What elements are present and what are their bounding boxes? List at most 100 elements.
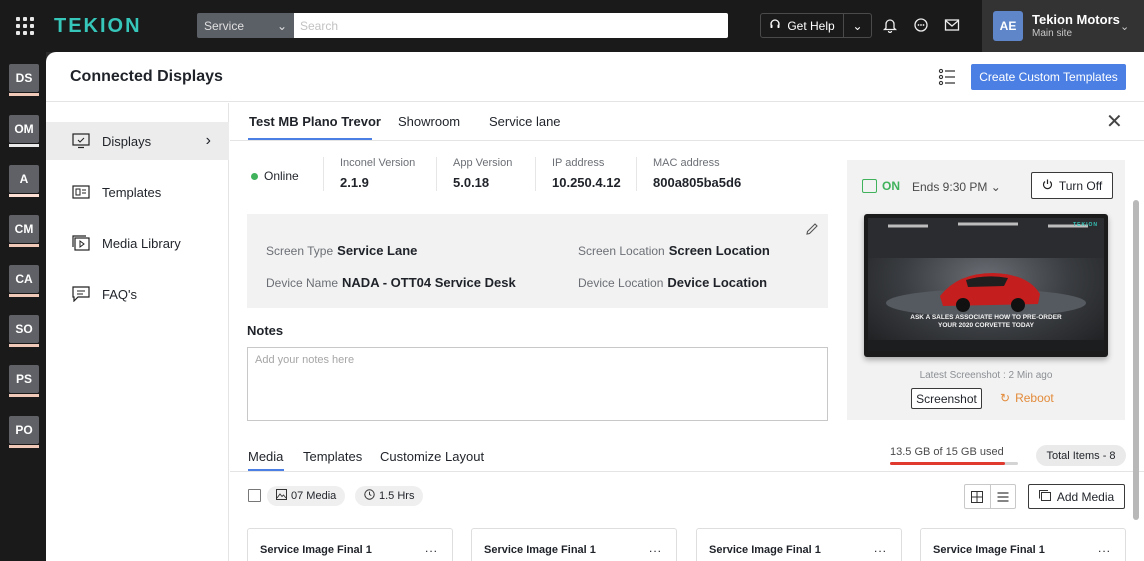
get-help-button[interactable]: Get Help — [760, 13, 844, 38]
duration-text: 1.5 Hrs — [379, 490, 415, 502]
more-options-icon[interactable]: ... — [425, 541, 438, 555]
screen-preview: TEKION ASK A SALES ASSOCIATE HOW TO PRE-… — [864, 214, 1108, 357]
select-all-checkbox[interactable] — [248, 489, 261, 502]
schedule-dropdown[interactable]: Ends 9:30 PM ⌄ — [912, 180, 1001, 194]
info-value: 2.1.9 — [340, 175, 369, 190]
tab-test-mb-plano-trevor[interactable]: Test MB Plano Trevor — [249, 114, 381, 129]
rail-item-po[interactable]: PO — [9, 416, 39, 448]
info-label: App Version — [453, 157, 513, 169]
media-tabs: Media Templates Customize Layout — [230, 442, 1144, 472]
reboot-link[interactable]: ↻ Reboot — [1000, 391, 1054, 405]
search-input[interactable] — [294, 13, 728, 38]
tab-service-lane[interactable]: Service lane — [489, 114, 561, 129]
top-bar: TEKION Service ⌄ Get Help ⌄ AE Tekion Mo… — [0, 0, 1144, 52]
rail-item-a[interactable]: A — [9, 165, 39, 197]
active-tab-indicator — [248, 469, 284, 471]
nav-item-label: Displays — [102, 133, 152, 149]
search-module-select[interactable]: Service ⌄ — [197, 13, 294, 38]
search-module-label: Service — [204, 18, 245, 33]
media-count-chip: 07 Media — [267, 486, 346, 506]
rail-item-so[interactable]: SO — [9, 315, 39, 347]
device-name-label: Device Name — [266, 276, 339, 290]
screen-type-value: Service Lane — [337, 243, 418, 258]
media-library-icon — [71, 234, 91, 252]
chat-icon[interactable] — [911, 14, 931, 36]
tab-templates[interactable]: Templates — [303, 449, 362, 464]
media-card[interactable]: Service Image Final 1 ... — [471, 528, 677, 561]
rail-item-ps[interactable]: PS — [9, 365, 39, 397]
power-icon — [1042, 179, 1053, 193]
list-view-icon[interactable] — [991, 485, 1016, 508]
rail-item-ca[interactable]: CA — [9, 265, 39, 297]
media-card[interactable]: Service Image Final 1 ... — [920, 528, 1126, 561]
screen-location-value: Screen Location — [668, 243, 770, 258]
chevron-right-icon: › — [205, 132, 211, 149]
tab-customize-layout[interactable]: Customize Layout — [380, 449, 484, 464]
monitor-icon — [71, 132, 91, 150]
rail-item-cm[interactable]: CM — [9, 215, 39, 247]
info-mac-address: MAC address 800a805ba5d6 — [636, 157, 741, 191]
screen-logo: TEKION — [1073, 222, 1098, 228]
screen-caption-line: ASK A SALES ASSOCIATE HOW TO PRE-ORDER — [910, 314, 1062, 321]
info-label: IP address — [552, 157, 605, 169]
device-location-label: Device Location — [578, 276, 664, 290]
logo: TEKION — [54, 15, 142, 37]
add-media-icon — [1038, 489, 1051, 504]
app-rail: DS OM A CM CA SO PS PO — [0, 52, 46, 561]
help-dropdown-button[interactable]: ⌄ — [844, 13, 872, 38]
nav-item-media-library[interactable]: Media Library — [46, 224, 229, 262]
grid-view-icon[interactable] — [965, 485, 991, 508]
screenshot-button[interactable]: Screenshot — [911, 388, 982, 409]
create-custom-templates-button[interactable]: Create Custom Templates — [971, 64, 1126, 90]
info-label: MAC address — [653, 157, 720, 169]
vertical-scrollbar[interactable] — [1133, 200, 1139, 520]
media-card-title: Service Image Final 1 — [260, 544, 372, 556]
info-value: 5.0.18 — [453, 175, 490, 190]
account-switcher[interactable]: AE Tekion Motors Main site ⌄ — [982, 0, 1144, 52]
screen-type-label: Screen Type — [266, 244, 334, 258]
nav-item-label: Templates — [102, 184, 162, 200]
rail-item-om[interactable]: OM — [9, 115, 39, 147]
display-tabs: Test MB Plano Trevor Showroom Service la… — [230, 103, 1144, 141]
media-card-title: Service Image Final 1 — [709, 544, 821, 556]
headset-icon — [769, 18, 781, 33]
tab-media[interactable]: Media — [248, 449, 283, 464]
more-options-icon[interactable]: ... — [649, 541, 662, 555]
turn-off-button[interactable]: Turn Off — [1031, 172, 1113, 199]
view-toggle — [964, 484, 1016, 509]
device-name-field: Device Name NADA - OTT04 Service Desk — [266, 275, 516, 290]
page-header: Connected Displays Create Custom Templat… — [46, 52, 1144, 102]
nav-item-displays[interactable]: Displays › — [46, 122, 229, 160]
info-value: 800a805ba5d6 — [653, 175, 742, 190]
tab-showroom[interactable]: Showroom — [398, 114, 460, 129]
notes-textarea[interactable] — [247, 347, 828, 421]
nav-item-templates[interactable]: Templates — [46, 173, 229, 211]
main-panel: Connected Displays Create Custom Templat… — [46, 52, 1144, 561]
bell-icon[interactable] — [880, 14, 900, 36]
active-tab-indicator — [248, 138, 372, 140]
list-settings-icon[interactable] — [936, 66, 958, 88]
apps-grid-icon[interactable] — [14, 15, 36, 37]
media-card-title: Service Image Final 1 — [933, 544, 1045, 556]
media-card[interactable]: Service Image Final 1 ... — [696, 528, 902, 561]
more-options-icon[interactable]: ... — [1098, 541, 1111, 555]
avatar: AE — [993, 11, 1023, 41]
pencil-icon[interactable] — [805, 222, 819, 236]
nav-item-label: FAQ's — [102, 286, 137, 302]
mail-icon[interactable] — [942, 14, 962, 36]
info-ip-address: IP address 10.250.4.12 — [535, 157, 621, 191]
add-media-button[interactable]: Add Media — [1028, 484, 1125, 509]
media-count-text: 07 Media — [291, 490, 337, 502]
online-status-dot — [251, 173, 258, 180]
device-details-box: Screen Type Service Lane Screen Location S… — [247, 214, 828, 308]
nav-item-faqs[interactable]: FAQ's — [46, 275, 229, 313]
account-name: Tekion Motors — [1032, 12, 1120, 27]
close-icon[interactable]: ✕ — [1106, 109, 1123, 134]
device-name-value: NADA - OTT04 Service Desk — [342, 275, 516, 290]
more-options-icon[interactable]: ... — [874, 541, 887, 555]
device-power-panel: ON Ends 9:30 PM ⌄ Turn Off TEKION ASK A … — [847, 160, 1125, 420]
get-help-label: Get Help — [787, 18, 835, 33]
media-card[interactable]: Service Image Final 1 ... — [247, 528, 453, 561]
nav-item-label: Media Library — [102, 235, 181, 251]
rail-item-ds[interactable]: DS — [9, 64, 39, 96]
